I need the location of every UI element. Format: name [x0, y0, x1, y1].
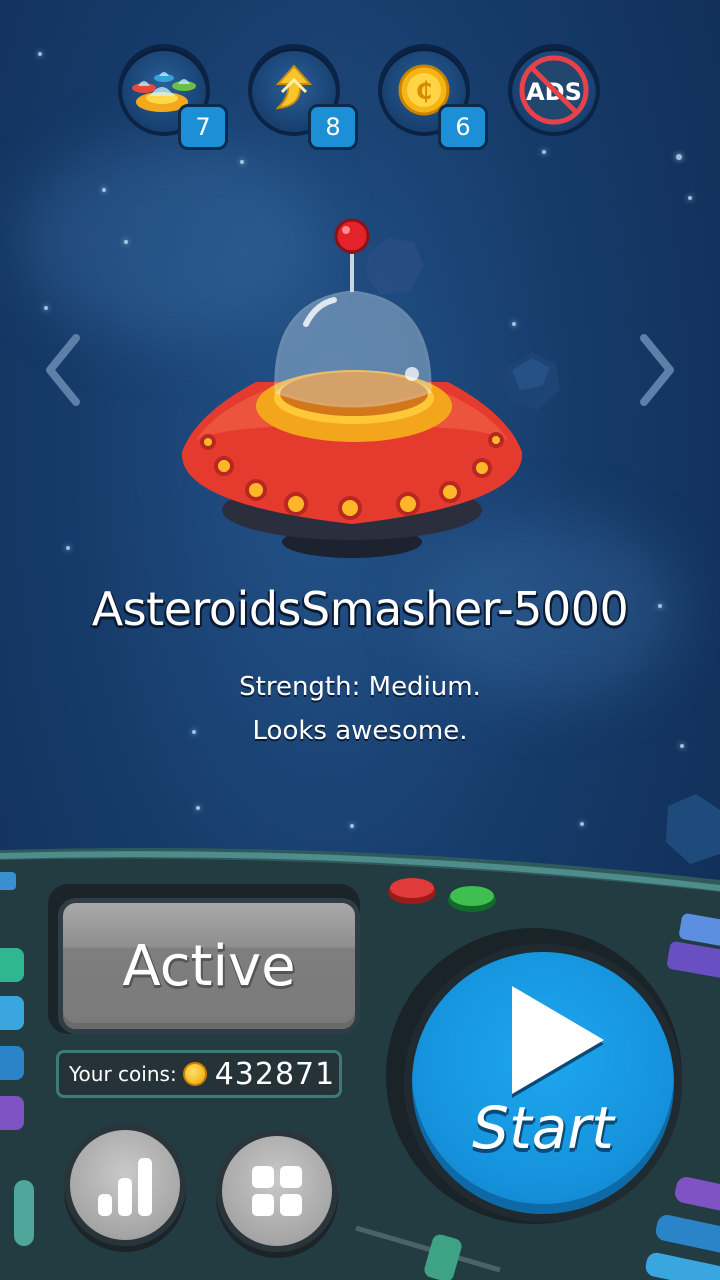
leaderboard-button[interactable] — [64, 1124, 186, 1246]
ship-status-label: Active — [122, 933, 296, 999]
star — [196, 806, 200, 810]
ship-name: AsteroidsSmasher-5000 — [91, 582, 629, 636]
star — [66, 546, 70, 550]
start-label: Start — [472, 1094, 614, 1162]
asteroid-icon — [666, 794, 720, 864]
no-ads-icon: ADS — [519, 55, 589, 125]
star — [350, 824, 354, 828]
booster-boost[interactable]: 8 — [248, 44, 358, 150]
play-icon — [512, 986, 604, 1094]
svg-text:₵: ₵ — [416, 77, 433, 105]
star — [240, 160, 244, 164]
start-button[interactable]: Start — [404, 944, 682, 1222]
ship-looks-text: Looks awesome. — [252, 716, 468, 746]
ship-status-display: Active — [58, 898, 360, 1034]
coins-value: 432871 — [214, 1056, 336, 1092]
coins-label: Your coins: — [69, 1062, 177, 1086]
coin-icon — [182, 1062, 207, 1086]
booster-ufo-fleet[interactable]: 7 — [118, 44, 228, 150]
star — [688, 196, 692, 200]
star — [102, 188, 106, 192]
booster-coin[interactable]: ₵ 6 — [378, 44, 488, 150]
bar-chart-icon — [98, 1158, 152, 1216]
grid-icon — [252, 1166, 302, 1216]
star — [542, 150, 546, 154]
booster-count-badge: 6 — [438, 104, 488, 150]
coins-display: Your coins: 432871 — [56, 1050, 342, 1098]
star — [44, 306, 48, 310]
no-ads-button[interactable]: ADS — [508, 44, 600, 136]
next-ship-arrow-icon[interactable] — [632, 330, 682, 410]
ship-antenna-light — [334, 218, 370, 254]
menu-button[interactable] — [216, 1130, 338, 1252]
star — [676, 154, 682, 160]
star — [38, 52, 42, 56]
ship-strength-text: Strength: Medium. — [239, 672, 481, 702]
booster-count-badge: 7 — [178, 104, 228, 150]
prev-ship-arrow-icon[interactable] — [38, 330, 88, 410]
booster-count-badge: 8 — [308, 104, 358, 150]
star — [580, 822, 584, 826]
ship-glass-dome — [274, 290, 432, 408]
ufo-ship — [181, 218, 523, 558]
star — [124, 240, 128, 244]
